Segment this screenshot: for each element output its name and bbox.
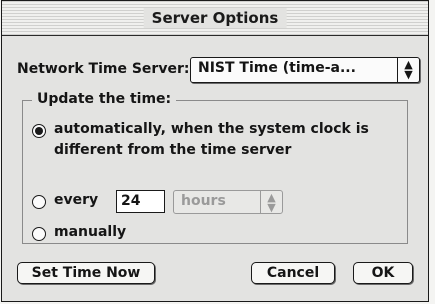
network-time-server-popup[interactable]: NIST Time (time-a... ▲ ▼ [190, 57, 420, 83]
unit-popup-arrows-icon: ▲ ▼ [260, 191, 282, 213]
cancel-button[interactable]: Cancel [251, 262, 335, 284]
ok-button[interactable]: OK [353, 262, 413, 284]
server-options-dialog: Server Options Network Time Server: NIST… [1, 0, 429, 302]
popup-arrows-icon: ▲ ▼ [397, 58, 419, 82]
title-bar[interactable]: Server Options [2, 1, 428, 36]
radio-every[interactable] [32, 195, 46, 209]
every-label[interactable]: every [54, 192, 98, 208]
automatically-label-line1[interactable]: automatically, when the system clock is [54, 121, 369, 137]
radio-automatically[interactable] [32, 124, 46, 138]
set-time-now-button[interactable]: Set Time Now [17, 262, 155, 284]
network-time-server-value: NIST Time (time-a... [198, 60, 356, 76]
radio-manually[interactable] [32, 227, 46, 241]
automatically-label-line2[interactable]: different from the time server [54, 142, 291, 158]
interval-unit-value: hours [181, 193, 226, 209]
dialog-title: Server Options [143, 8, 287, 28]
network-time-server-label: Network Time Server: [17, 61, 190, 77]
interval-input[interactable]: 24 [116, 190, 165, 213]
update-time-label: Update the time: [32, 91, 177, 107]
manually-label[interactable]: manually [54, 224, 126, 240]
interval-unit-popup[interactable]: hours ▲ ▼ [173, 190, 283, 214]
